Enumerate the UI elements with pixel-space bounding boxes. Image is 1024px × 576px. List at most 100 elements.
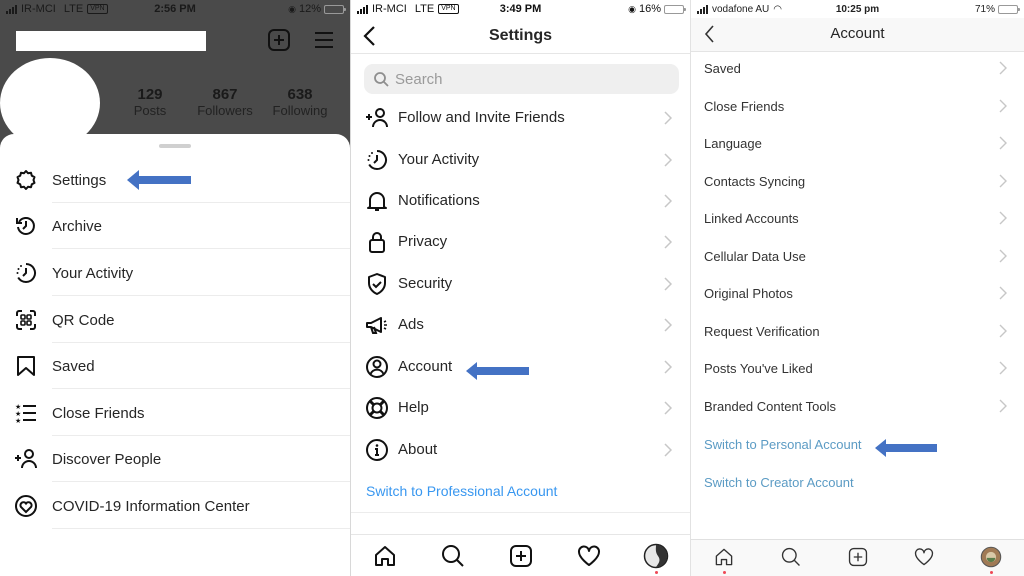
notification-dot <box>990 571 993 574</box>
menu-item-qr-code[interactable]: QR Code <box>0 297 350 343</box>
chevron-right-icon <box>999 61 1007 75</box>
new-post-icon[interactable] <box>847 546 869 568</box>
network-label: LTE <box>63 3 84 15</box>
chevron-right-icon <box>999 399 1007 412</box>
settings-item-about[interactable]: About <box>351 430 690 470</box>
stat-following[interactable]: 638 Following <box>268 86 332 118</box>
chevron-right-icon <box>999 174 1007 187</box>
home-icon[interactable] <box>372 543 398 569</box>
profile-avatar-icon[interactable] <box>643 543 669 569</box>
settings-item-label: About <box>398 441 438 458</box>
account-item[interactable]: Cellular Data Use <box>691 238 1024 275</box>
page-title: Account <box>830 25 885 42</box>
svg-text:★: ★ <box>15 403 21 411</box>
stat-label: Posts <box>133 103 167 118</box>
menu-item-label: Saved <box>52 357 95 375</box>
switch-to-creator-link[interactable]: Switch to Creator Account <box>704 475 854 490</box>
settings-item-label: Notifications <box>398 192 480 209</box>
switch-to-personal-link[interactable]: Switch to Personal Account <box>704 437 862 452</box>
new-post-icon[interactable] <box>267 28 291 52</box>
hamburger-menu-icon[interactable] <box>312 28 336 52</box>
chevron-right-icon <box>999 249 1007 262</box>
orientation-lock-icon: ◉ <box>628 3 636 14</box>
settings-item-label: Help <box>398 399 429 416</box>
stat-value: 867 <box>212 86 238 103</box>
new-post-icon[interactable] <box>508 543 534 569</box>
notification-dot <box>655 571 658 574</box>
settings-item-security[interactable]: Security <box>351 264 690 304</box>
menu-item-saved[interactable]: Saved <box>0 343 350 389</box>
wifi-icon: ◠ <box>773 3 782 15</box>
menu-item-label: QR Code <box>52 311 115 329</box>
chevron-right-icon <box>664 153 672 167</box>
settings-item-your-activity[interactable]: Your Activity <box>351 140 690 180</box>
chevron-right-icon <box>664 318 672 332</box>
search-icon[interactable] <box>440 543 466 569</box>
stat-followers[interactable]: 867 Followers <box>193 86 257 118</box>
account-item[interactable]: Request Verification <box>691 313 1024 350</box>
settings-item-label: Your Activity <box>398 151 480 168</box>
search-field[interactable] <box>364 64 679 94</box>
account-item[interactable]: Contacts Syncing <box>691 163 1024 200</box>
account-item[interactable]: Original Photos <box>691 275 1024 312</box>
settings-item-notifications[interactable]: Notifications <box>351 181 690 221</box>
account-item[interactable]: Branded Content Tools <box>691 388 1024 425</box>
switch-to-professional-link[interactable]: Switch to Professional Account <box>366 483 557 499</box>
close-friends-list-icon: ★★★ <box>15 403 36 425</box>
menu-item-close-friends[interactable]: ★ ★ ★ Close Friends <box>0 390 350 436</box>
stat-posts[interactable]: 129 Posts <box>130 86 170 118</box>
menu-item-your-activity[interactable]: Your Activity <box>0 250 350 296</box>
settings-item-help[interactable]: Help <box>351 388 690 428</box>
activity-icon <box>367 150 387 170</box>
account-item[interactable]: Close Friends <box>691 88 1024 125</box>
divider <box>52 248 350 249</box>
search-icon[interactable] <box>780 546 802 568</box>
status-bar: vodafone AU ◠ 10:25 pm 71% <box>691 0 1024 18</box>
account-item[interactable]: Posts You've Liked <box>691 350 1024 387</box>
chevron-right-icon <box>999 99 1007 112</box>
account-item-label: Close Friends <box>704 98 785 114</box>
home-icon[interactable] <box>713 546 735 568</box>
chevron-right-icon <box>664 194 672 208</box>
profile-avatar-icon[interactable] <box>980 546 1002 568</box>
account-item[interactable]: Saved <box>691 50 1024 87</box>
settings-screen: IR-MCI LTE VPN 3:49 PM ◉ 16% Settings Fo… <box>350 0 690 576</box>
settings-item-ads[interactable]: Ads <box>351 305 690 345</box>
menu-item-label: Archive <box>52 217 103 235</box>
battery-percent: 16% <box>638 3 661 15</box>
status-bar: IR-MCI LTE VPN 2:56 PM ◉ 12% <box>0 0 350 18</box>
sheet-grabber[interactable] <box>159 144 191 148</box>
settings-item-follow-invite[interactable]: Follow and Invite Friends <box>351 98 690 138</box>
account-item[interactable]: Language <box>691 125 1024 162</box>
divider <box>52 295 350 296</box>
account-item[interactable]: Linked Accounts <box>691 200 1024 237</box>
battery-icon <box>324 4 346 14</box>
divider <box>52 388 350 389</box>
info-icon <box>366 439 388 461</box>
network-label: LTE <box>414 3 435 15</box>
heart-icon[interactable] <box>576 543 602 569</box>
bell-icon <box>367 192 387 211</box>
settings-item-label: Account <box>398 358 453 375</box>
heart-icon[interactable] <box>913 546 935 568</box>
menu-item-discover-people[interactable]: Discover People <box>0 436 350 482</box>
battery-percent: 12% <box>298 3 321 15</box>
chevron-right-icon <box>664 360 672 374</box>
settings-item-label: Ads <box>398 316 424 333</box>
nav-bar: Settings <box>351 18 690 54</box>
username-redacted <box>16 31 206 51</box>
activity-icon <box>16 263 36 283</box>
menu-item-covid-info[interactable]: COVID-19 Information Center <box>0 483 350 529</box>
add-person-icon <box>15 449 37 469</box>
search-input[interactable] <box>395 70 655 88</box>
orientation-lock-icon: ◉ <box>288 3 296 14</box>
menu-item-archive[interactable]: Archive <box>0 203 350 249</box>
settings-item-privacy[interactable]: Privacy <box>351 222 690 262</box>
menu-item-label: COVID-19 Information Center <box>52 497 250 515</box>
carrier-label: vodafone AU <box>712 3 770 15</box>
settings-item-label: Privacy <box>398 233 448 250</box>
notification-dot <box>723 571 726 574</box>
carrier-label: IR-MCI <box>372 3 407 15</box>
account-item-label: Original Photos <box>704 286 793 301</box>
account-item-label: Cellular Data Use <box>704 248 806 264</box>
